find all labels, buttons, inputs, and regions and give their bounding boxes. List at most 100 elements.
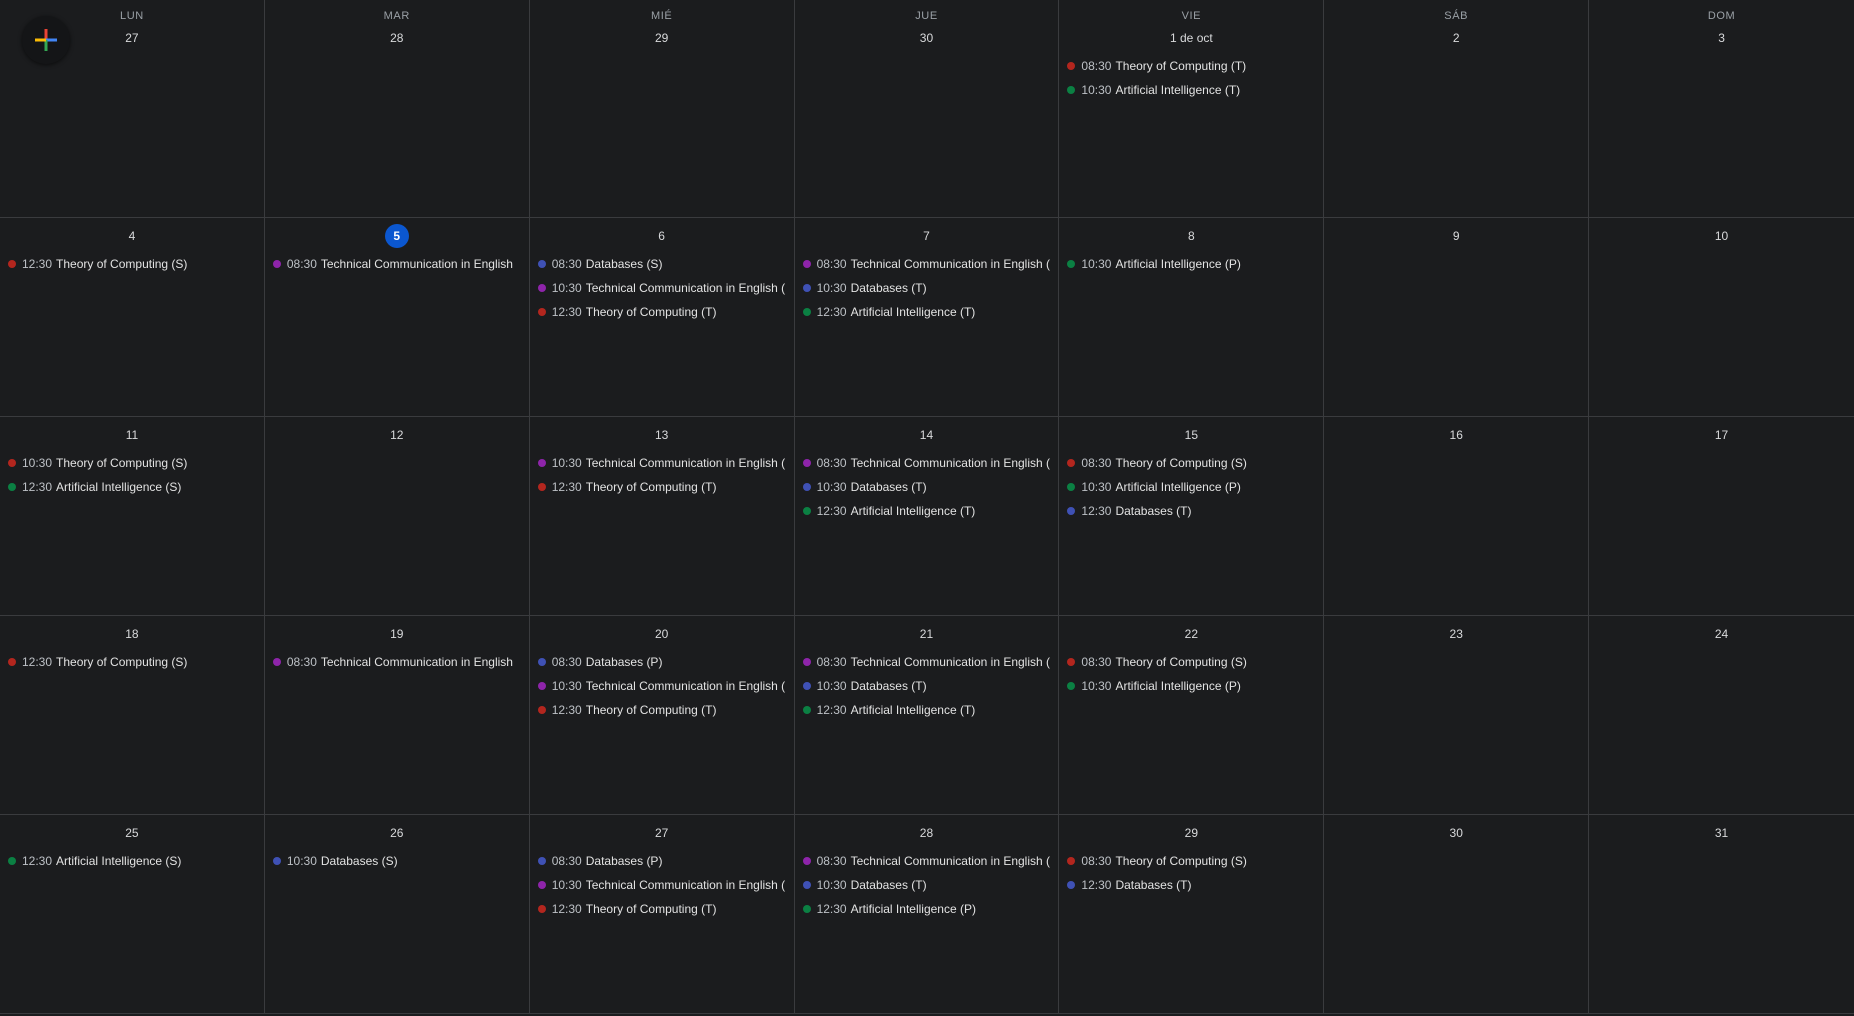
event-chip[interactable]: 08:30 Databases (P) [537,849,786,873]
day-cell[interactable]: 15 08:30 Theory of Computing (S) 10:30 Artif… [1059,417,1325,616]
event-chip[interactable]: 12:30 Theory of Computing (T) [537,475,786,499]
event-chip[interactable]: 12:30 Artificial Intelligence (T) [802,499,1051,523]
date-number[interactable]: 18 [120,622,144,646]
event-chip[interactable]: 12:30 Theory of Computing (T) [537,300,786,324]
event-chip[interactable]: 12:30 Theory of Computing (S) [8,650,256,674]
today-date-number[interactable]: 5 [384,224,409,248]
event-chip[interactable]: 08:30 Technical Communication in English … [802,252,1051,276]
date-number[interactable]: 29 [1179,821,1203,845]
day-cell[interactable]: 4 12:30 Theory of Computing (S) [0,218,265,417]
event-chip[interactable]: 10:30 Databases (T) [802,475,1051,499]
event-chip[interactable]: 08:30 Theory of Computing (S) [1067,849,1315,873]
event-chip[interactable]: 12:30 Theory of Computing (T) [537,897,786,921]
day-cell[interactable]: 20 08:30 Databases (P) 10:30 Technical Commu… [529,616,795,815]
date-number[interactable]: 9 [1444,224,1468,248]
event-chip[interactable]: 12:30 Artificial Intelligence (P) [802,897,1051,921]
date-number[interactable]: 16 [1444,423,1468,447]
date-number[interactable]: 28 [914,821,938,845]
date-number[interactable]: 26 [385,821,409,845]
day-cell[interactable]: 8 10:30 Artificial Intelligence (P) [1059,218,1325,417]
day-cell[interactable]: 17 [1589,417,1854,616]
event-chip[interactable]: 10:30 Databases (T) [802,674,1051,698]
date-number[interactable]: 8 [1179,224,1203,248]
day-cell[interactable]: 14 08:30 Technical Communication in Englis… [794,417,1060,616]
day-cell[interactable]: 5 08:30 Technical Communication in English [264,218,530,417]
date-number[interactable]: 27 [650,821,674,845]
event-chip[interactable]: 08:30 Technical Communication in English … [802,650,1051,674]
event-chip[interactable]: 12:30 Theory of Computing (S) [8,252,256,276]
date-number[interactable]: 17 [1710,423,1734,447]
day-cell[interactable]: 9 [1324,218,1590,417]
day-cell[interactable]: 24 [1589,616,1854,815]
date-number[interactable]: 25 [120,821,144,845]
date-number[interactable]: 11 [120,423,144,447]
day-cell[interactable]: 19 08:30 Technical Communication in Englis… [264,616,530,815]
date-number[interactable]: 1 de oct [1059,26,1323,50]
day-cell[interactable]: 11 10:30 Theory of Computing (S) 12:30 Artif… [0,417,265,616]
event-chip[interactable]: 12:30 Artificial Intelligence (S) [8,849,256,873]
date-number[interactable]: 21 [914,622,938,646]
event-chip[interactable]: 10:30 Theory of Computing (S) [8,451,256,475]
day-cell[interactable]: 18 12:30 Theory of Computing (S) [0,616,265,815]
date-number[interactable]: 19 [385,622,409,646]
day-cell[interactable]: 21 08:30 Technical Communication in Englis… [794,616,1060,815]
date-number[interactable]: 28 [385,26,409,50]
day-cell[interactable]: JUE 30 [794,0,1060,218]
event-chip[interactable]: 12:30 Databases (T) [1067,499,1315,523]
date-number[interactable]: 30 [914,26,938,50]
date-number[interactable]: 23 [1444,622,1468,646]
event-chip[interactable]: 10:30 Databases (S) [272,849,521,873]
date-number[interactable]: 3 [1710,26,1734,50]
date-number[interactable]: 6 [650,224,674,248]
event-chip[interactable]: 10:30 Artificial Intelligence (P) [1067,475,1315,499]
date-number[interactable]: 13 [650,423,674,447]
event-chip[interactable]: 08:30 Theory of Computing (S) [1067,451,1315,475]
day-cell[interactable]: MIÉ 29 [529,0,795,218]
day-cell[interactable]: 27 08:30 Databases (P) 10:30 Technical Commu… [529,815,795,1014]
event-chip[interactable]: 12:30 Databases (T) [1067,873,1315,897]
date-number[interactable]: 2 [1444,26,1468,50]
event-chip[interactable]: 08:30 Databases (S) [537,252,786,276]
day-cell[interactable]: SÁB 2 [1324,0,1590,218]
event-chip[interactable]: 08:30 Theory of Computing (T) [1067,54,1315,78]
date-number[interactable]: 31 [1710,821,1734,845]
date-number[interactable]: 27 [120,26,144,50]
day-cell[interactable]: 10 [1589,218,1854,417]
day-cell[interactable]: 13 10:30 Technical Communication in Englis… [529,417,795,616]
day-cell[interactable]: 23 [1324,616,1590,815]
day-cell[interactable]: 28 08:30 Technical Communication in Englis… [794,815,1060,1014]
day-cell[interactable]: 30 [1324,815,1590,1014]
day-cell[interactable]: 6 08:30 Databases (S) 10:30 Technical Commun… [529,218,795,417]
day-cell[interactable]: DOM 3 [1589,0,1854,218]
day-cell[interactable]: 29 08:30 Theory of Computing (S) 12:30 Datab… [1059,815,1325,1014]
event-chip[interactable]: 08:30 Theory of Computing (S) [1067,650,1315,674]
day-cell[interactable]: 26 10:30 Databases (S) [264,815,530,1014]
day-cell[interactable]: 16 [1324,417,1590,616]
event-chip[interactable]: 12:30 Artificial Intelligence (T) [802,698,1051,722]
event-chip[interactable]: 10:30 Databases (T) [802,276,1051,300]
date-number[interactable]: 29 [650,26,674,50]
event-chip[interactable]: 12:30 Artificial Intelligence (S) [8,475,256,499]
date-number[interactable]: 20 [650,622,674,646]
event-chip[interactable]: 08:30 Technical Communication in English [272,650,521,674]
date-number[interactable]: 22 [1179,622,1203,646]
day-cell[interactable]: 12 [264,417,530,616]
day-cell[interactable]: 31 [1589,815,1854,1014]
create-event-button[interactable] [22,16,70,64]
event-chip[interactable]: 08:30 Technical Communication in English … [802,849,1051,873]
day-cell[interactable]: 22 08:30 Theory of Computing (S) 10:30 Artif… [1059,616,1325,815]
event-chip[interactable]: 10:30 Artificial Intelligence (P) [1067,252,1315,276]
date-number[interactable]: 12 [385,423,409,447]
day-cell[interactable]: MAR 28 [264,0,530,218]
event-chip[interactable]: 12:30 Theory of Computing (T) [537,698,786,722]
day-cell[interactable]: 25 12:30 Artificial Intelligence (S) [0,815,265,1014]
date-number[interactable]: 24 [1710,622,1734,646]
date-number[interactable]: 14 [914,423,938,447]
date-number[interactable]: 7 [914,224,938,248]
date-number[interactable]: 4 [120,224,144,248]
date-number[interactable]: 10 [1710,224,1734,248]
event-chip[interactable]: 10:30 Databases (T) [802,873,1051,897]
event-chip[interactable]: 10:30 Artificial Intelligence (T) [1067,78,1315,102]
event-chip[interactable]: 08:30 Technical Communication in English [272,252,521,276]
event-chip[interactable]: 08:30 Databases (P) [537,650,786,674]
